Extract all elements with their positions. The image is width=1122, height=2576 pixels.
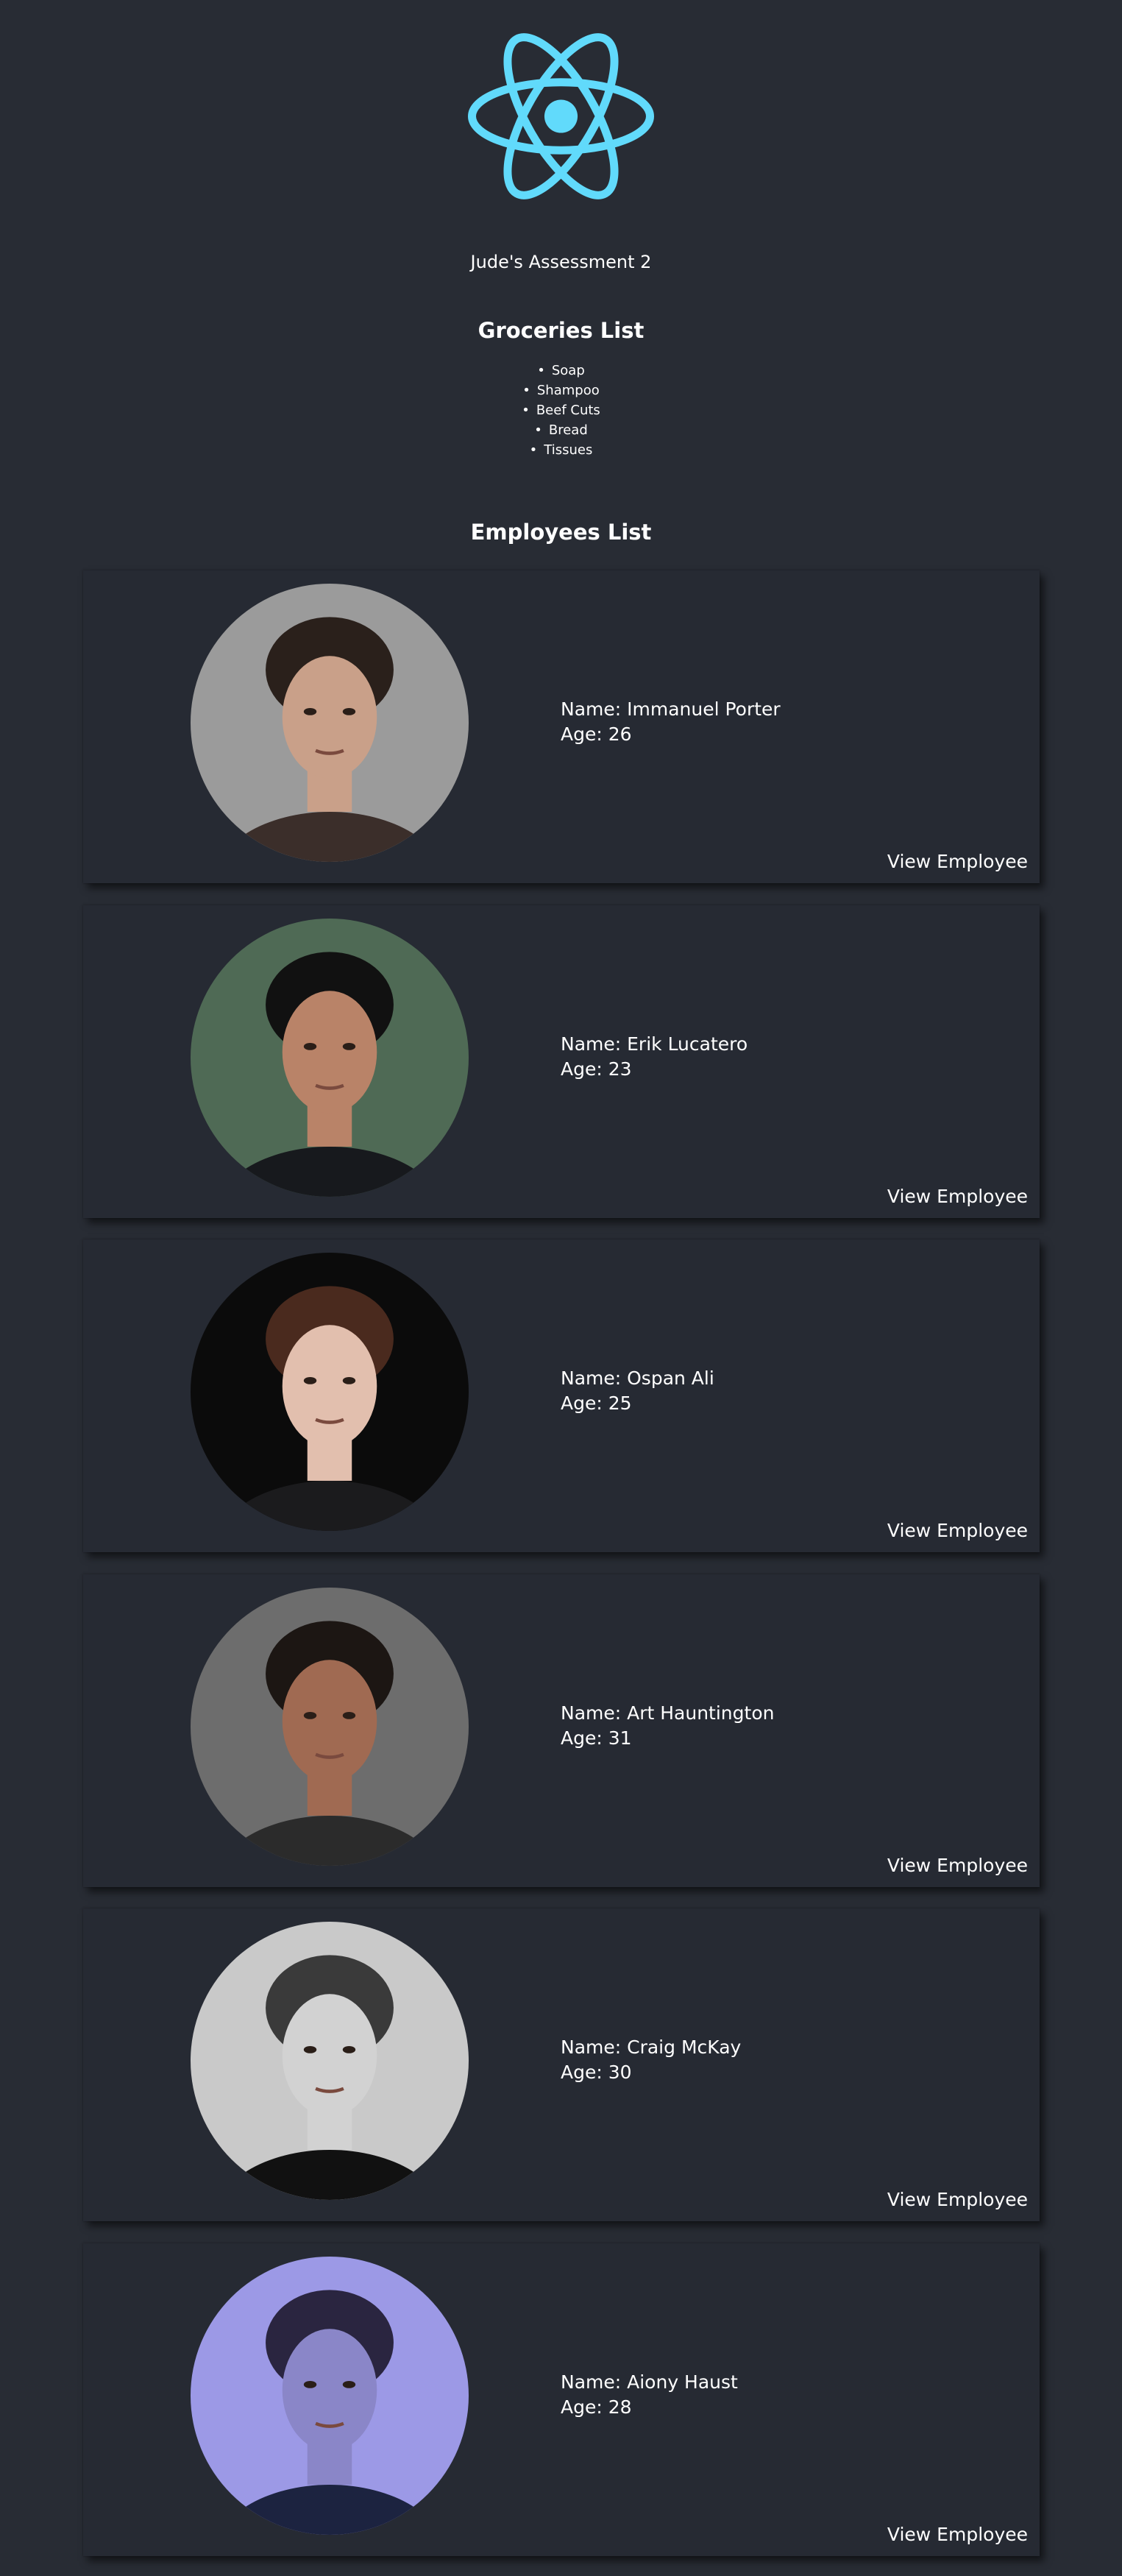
view-employee-button[interactable]: View Employee (887, 2522, 1028, 2547)
employee-age: Age: 23 (561, 1058, 632, 1080)
employee-photo (191, 584, 469, 862)
employee-age: Age: 25 (561, 1393, 632, 1414)
employee-age: Age: 28 (561, 2396, 632, 2418)
employee-card: Name: Erik Lucatero Age: 23 View Employee (83, 905, 1040, 1218)
employee-age: Age: 30 (561, 2062, 632, 2083)
employee-card: Name: Craig McKay Age: 30 View Employee (83, 1908, 1040, 2221)
employee-list: Name: Immanuel Porter Age: 26 View Employe… (0, 0, 1122, 2576)
employee-name: Name: Aiony Haust (561, 2371, 738, 2393)
employee-name: Name: Ospan Ali (561, 1367, 714, 1389)
employee-name: Name: Immanuel Porter (561, 698, 781, 720)
employee-card: Name: Art Hauntington Age: 31 View Employe… (83, 1574, 1040, 1887)
employee-card: Name: Immanuel Porter Age: 26 View Employe… (83, 570, 1040, 883)
view-employee-button[interactable]: View Employee (887, 2187, 1028, 2212)
employee-card: Name: Aiony Haust Age: 28 View Employee (83, 2243, 1040, 2556)
employee-info: Name: Craig McKay Age: 30 (561, 2035, 741, 2085)
page: Jude's Assessment 2 Groceries List Soap … (0, 0, 1122, 2576)
employee-info: Name: Immanuel Porter Age: 26 (561, 697, 781, 747)
employee-photo (191, 919, 469, 1197)
employee-info: Name: Aiony Haust Age: 28 (561, 2370, 738, 2420)
view-employee-button[interactable]: View Employee (887, 1184, 1028, 1209)
employee-name: Name: Art Hauntington (561, 1702, 775, 1724)
view-employee-button[interactable]: View Employee (887, 1853, 1028, 1878)
employee-name: Name: Erik Lucatero (561, 1033, 748, 1055)
employee-photo (191, 1253, 469, 1531)
employee-card: Name: Ospan Ali Age: 25 View Employee (83, 1239, 1040, 1552)
employee-photo (191, 1588, 469, 1866)
employee-photo (191, 1922, 469, 2200)
employee-photo (191, 2257, 469, 2535)
employee-age: Age: 31 (561, 1727, 632, 1749)
employee-age: Age: 26 (561, 723, 632, 745)
view-employee-button[interactable]: View Employee (887, 849, 1028, 874)
employee-info: Name: Art Hauntington Age: 31 (561, 1701, 774, 1751)
employee-name: Name: Craig McKay (561, 2037, 742, 2058)
employee-info: Name: Ospan Ali Age: 25 (561, 1366, 714, 1416)
employee-info: Name: Erik Lucatero Age: 23 (561, 1032, 748, 1082)
view-employee-button[interactable]: View Employee (887, 1518, 1028, 1543)
